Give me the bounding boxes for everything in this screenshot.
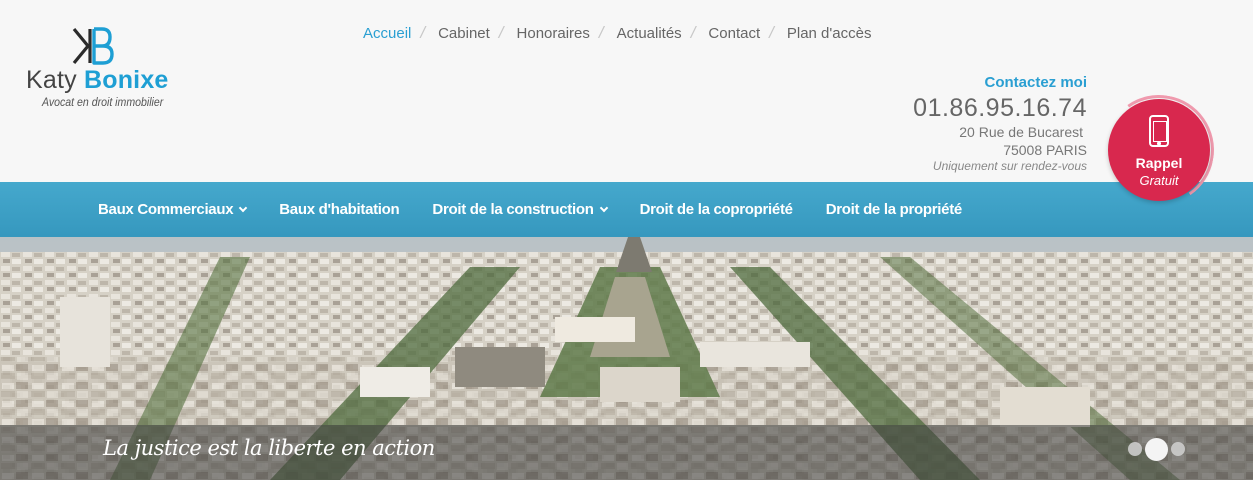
top-nav-actualites[interactable]: Actualités [617,25,682,42]
nav-separator: / [420,23,426,42]
top-nav-honoraires[interactable]: Honoraires [517,25,590,42]
slider-dot-2[interactable] [1145,437,1168,461]
callback-sub: Gratuit [1139,173,1179,188]
logo-tagline: Avocat en droit immobilier [42,95,164,109]
kb-monogram-icon [72,27,114,65]
top-nav-contact[interactable]: Contact [708,25,760,42]
nav-separator: / [690,23,696,42]
chevron-down-icon [599,203,608,212]
nav-separator: / [769,23,774,42]
smartphone-icon [1149,115,1169,147]
main-nav-baux-habitation[interactable]: Baux d'habitation [279,201,399,218]
slider-dot-1[interactable] [1128,442,1142,456]
main-nav-label: Baux Commerciaux [98,201,234,218]
main-nav-baux-commerciaux[interactable]: Baux Commerciaux [98,201,248,218]
main-navigation: Baux Commerciaux Baux d'habitation Droit… [0,182,1253,237]
site-logo[interactable]: Katy Bonixe Avocat en droit immobilier [26,26,186,116]
contact-note: Uniquement sur rendez-vous [932,159,1087,173]
top-nav-accueil[interactable]: Accueil [363,25,411,42]
contact-street: 20 Rue de Bucarest [959,124,1083,140]
top-navigation: Accueil / Cabinet / Honoraires / Actuali… [363,23,871,43]
main-nav-droit-copropriete[interactable]: Droit de la copropriété [640,201,793,218]
main-nav-droit-construction[interactable]: Droit de la construction [432,201,608,218]
nav-separator: / [598,23,604,42]
nav-separator: / [498,23,504,42]
slider-dot-3[interactable] [1171,442,1185,456]
main-nav-label: Droit de la construction [432,201,594,218]
top-nav-cabinet[interactable]: Cabinet [438,25,490,42]
chevron-down-icon [239,203,248,212]
logo-last-name: Bonixe [83,66,169,94]
main-nav-label: Baux d'habitation [279,201,400,218]
main-nav-label: Droit de la copropriété [639,201,793,218]
callback-button[interactable]: Rappel Gratuit [1108,99,1210,201]
contact-phone[interactable]: 01.86.95.16.74 [887,93,1087,123]
slider-pagination [1128,437,1188,461]
site-header: Katy Bonixe Avocat en droit immobilier A… [0,0,1253,182]
contact-block: Contactez moi 01.86.95.16.74 20 Rue de B… [887,74,1087,174]
top-nav-plan-acces[interactable]: Plan d'accès [787,25,872,42]
main-nav-droit-propriete[interactable]: Droit de la propriété [825,201,963,218]
logo-name: Katy Bonixe [26,66,169,95]
hero-caption: La justice est la liberte en action [103,436,435,460]
contact-title: Contactez moi [984,74,1087,91]
contact-city: 75008 PARIS [1003,142,1087,158]
callback-label: Rappel [1135,155,1183,171]
main-nav-label: Droit de la propriété [825,201,963,218]
logo-first-name: Katy [26,66,77,94]
